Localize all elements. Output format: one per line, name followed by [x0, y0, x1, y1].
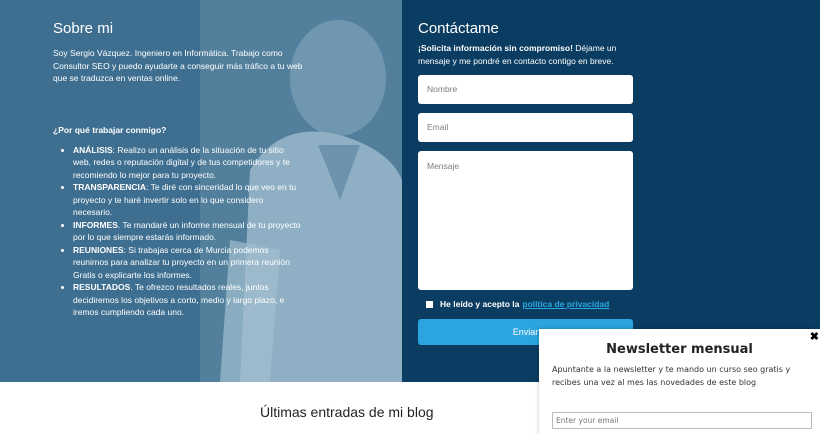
newsletter-popup: ✖ Newsletter mensual Apuntante a la news… — [539, 329, 820, 434]
reason-label: RESULTADOS — [73, 282, 131, 292]
name-field[interactable]: Nombre — [418, 75, 633, 104]
reason-label: REUNIONES — [73, 244, 124, 255]
contact-title: Contáctame — [418, 20, 499, 37]
reason-label: INFORMES — [73, 219, 118, 230]
about-section: Sobre mi Soy Sergio Vázquez. Ingeniero e… — [0, 0, 402, 382]
privacy-consent: He leído y acepto la política de privaci… — [426, 299, 609, 309]
blog-section-title: Últimas entradas de mi blog — [260, 404, 434, 420]
about-text: Soy Sergio Vázquez. Ingeniero en Informá… — [53, 48, 303, 83]
list-item: ANÁLISIS: Realizo un análisis de la situ… — [73, 144, 303, 182]
reason-label: TRANSPARENCIA — [73, 182, 147, 192]
list-item: INFORMES. Te mandaré un informe mensual … — [73, 219, 303, 244]
newsletter-email-input[interactable]: Enter your email — [552, 412, 812, 429]
contact-intro-bold: ¡Solicita información sin compromiso! — [418, 43, 573, 53]
privacy-checkbox[interactable] — [426, 300, 433, 308]
privacy-policy-link[interactable]: política de privacidad — [522, 299, 609, 309]
reasons-list: ANÁLISIS: Realizo un análisis de la situ… — [53, 144, 303, 319]
contact-section: Contáctame ¡Solicita información sin com… — [402, 0, 820, 382]
contact-intro: ¡Solicita información sin compromiso! Dé… — [418, 42, 640, 67]
email-field[interactable]: Email — [418, 113, 633, 142]
newsletter-text: Apuntante a la newsletter y te mando un … — [552, 365, 791, 387]
list-item: TRANSPARENCIA: Te diré con sinceridad lo… — [73, 181, 303, 219]
why-title: ¿Por qué trabajar conmigo? — [53, 124, 167, 135]
consent-label: He leído y acepto la — [440, 299, 520, 309]
message-field[interactable]: Mensaje — [418, 151, 633, 290]
list-item: RESULTADOS. Te ofrezco resultados reales… — [73, 281, 303, 319]
newsletter-title: Newsletter mensual — [606, 342, 753, 357]
about-title: Sobre mi — [53, 20, 114, 37]
reason-label: ANÁLISIS — [73, 144, 113, 155]
list-item: REUNIONES: Si trabajas cerca de Murcia p… — [73, 244, 303, 282]
